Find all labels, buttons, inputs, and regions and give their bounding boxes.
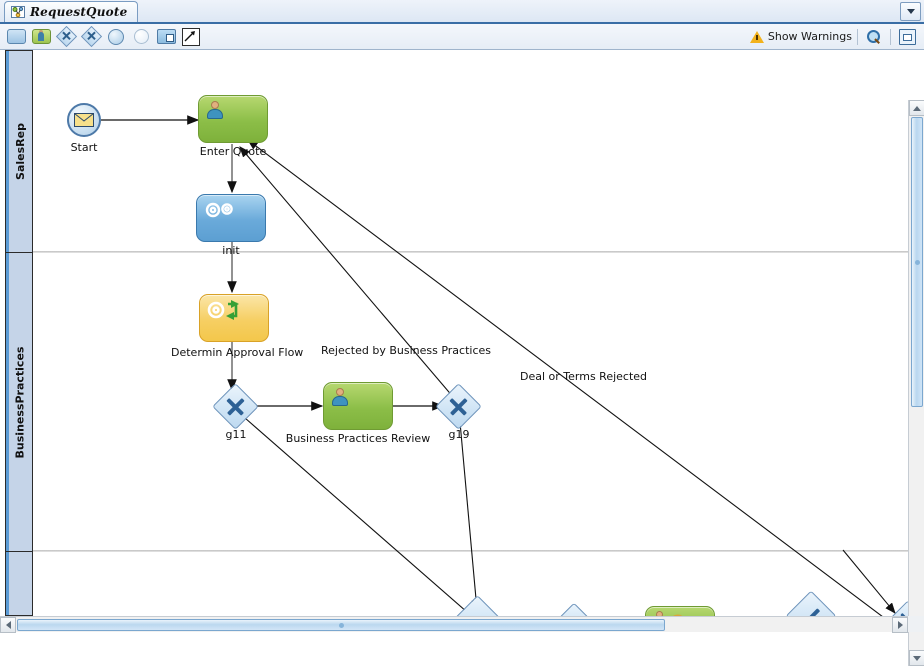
chevron-down-icon-2 [913, 655, 921, 661]
start-event-icon [108, 28, 124, 45]
scroll-up-button[interactable] [909, 100, 924, 116]
warning-triangle-icon [749, 30, 764, 43]
flow-label-deal-or-terms-rejected: Deal or Terms Rejected [520, 370, 648, 383]
node-label-determine-approval-flow: Determin Approval Flow [171, 346, 304, 359]
gear-arrow-icon [206, 300, 240, 320]
toolbar-separator [857, 28, 858, 45]
property-panel-icon [898, 28, 916, 45]
lane-header-third[interactable] [6, 552, 34, 617]
scroll-left-button[interactable] [0, 617, 16, 633]
diagram-content: Start Enter Quote init Determin Approval… [33, 50, 924, 632]
parallel-gateway-tool-button[interactable] [80, 25, 102, 48]
scroll-down-button[interactable] [909, 650, 924, 666]
user-task-shape [198, 95, 268, 143]
user-task-shape-2 [323, 382, 393, 430]
chevron-left-icon [5, 621, 11, 629]
service-task-shape [196, 194, 266, 242]
node-label-business-practices-review: Business Practices Review [285, 432, 431, 445]
chevron-up-icon [913, 105, 921, 111]
diagram-canvas[interactable]: SalesRep BusinessPractices Start Enter Q… [0, 50, 924, 666]
start-event-tool-button[interactable] [105, 26, 127, 47]
chevron-down-icon [906, 9, 915, 14]
scrollbar-corner [908, 616, 924, 632]
toolbar-right-group: Show Warnings [749, 26, 924, 47]
user-task-tool-button[interactable] [30, 26, 52, 47]
subprocess-icon [156, 29, 176, 44]
tab-list-dropdown-button[interactable] [900, 2, 921, 21]
process-diagram-icon [11, 6, 25, 18]
user-icon [206, 101, 224, 119]
exclusive-gateway-icon [55, 25, 77, 48]
node-label-enter-quote: Enter Quote [199, 145, 267, 158]
scrollbar-grip-2 [338, 622, 344, 628]
chevron-right-icon [897, 621, 903, 629]
user-task-icon [31, 29, 51, 44]
sequence-flow-layer [101, 115, 896, 616]
node-label-g19: g19 [448, 428, 470, 441]
tab-label: RequestQuote [30, 5, 128, 19]
lane-header-column: SalesRep BusinessPractices [5, 50, 34, 617]
lane-label-businesspractices: BusinessPractices [13, 346, 27, 458]
end-event-icon [133, 29, 149, 44]
rounded-rectangle-icon [6, 29, 26, 44]
horizontal-scrollbar[interactable] [0, 616, 908, 633]
parallel-gateway-icon [80, 25, 102, 48]
editor-tab-bar: RequestQuote [0, 0, 924, 24]
node-label-start: Start [70, 141, 98, 154]
vertical-scrollbar[interactable] [908, 100, 924, 666]
user-icon-2 [331, 388, 349, 406]
zoom-button[interactable] [863, 26, 885, 47]
end-event-tool-button[interactable] [130, 26, 152, 47]
scrollbar-grip [914, 259, 920, 265]
property-panel-button[interactable] [896, 26, 918, 47]
task-tool-button[interactable] [5, 26, 27, 47]
flow-label-rejected-by-business-practices: Rejected by Business Practices [321, 344, 492, 357]
lane-label-salesrep: SalesRep [13, 123, 27, 180]
horizontal-scrollbar-thumb[interactable] [17, 619, 665, 631]
diagram-toolbar: Show Warnings [0, 24, 924, 50]
show-warnings-button[interactable]: Show Warnings [749, 30, 852, 43]
message-start-event-icon [67, 103, 101, 137]
business-rule-task-shape [199, 294, 269, 342]
lane-header-salesrep[interactable]: SalesRep [6, 51, 34, 253]
node-label-g11: g11 [225, 428, 247, 441]
subprocess-tool-button[interactable] [155, 26, 177, 47]
gears-icon [204, 201, 238, 219]
vertical-scrollbar-thumb[interactable] [911, 117, 923, 407]
tab-requestquote[interactable]: RequestQuote [4, 1, 139, 22]
arrow-pointer-icon [182, 27, 200, 46]
toolbar-tool-group [0, 25, 202, 48]
sequence-flow-tool-button[interactable] [180, 26, 202, 47]
magnifier-icon [867, 29, 881, 44]
exclusive-gateway-tool-button[interactable] [55, 25, 77, 48]
bpmn-editor-window: RequestQuote Show Warnings SalesRep Busi… [0, 0, 924, 666]
lane-header-businesspractices[interactable]: BusinessPractices [6, 253, 34, 552]
scroll-right-button[interactable] [892, 617, 908, 633]
toolbar-separator-2 [890, 28, 891, 45]
show-warnings-label: Show Warnings [767, 30, 852, 43]
node-label-init: init [222, 244, 240, 257]
